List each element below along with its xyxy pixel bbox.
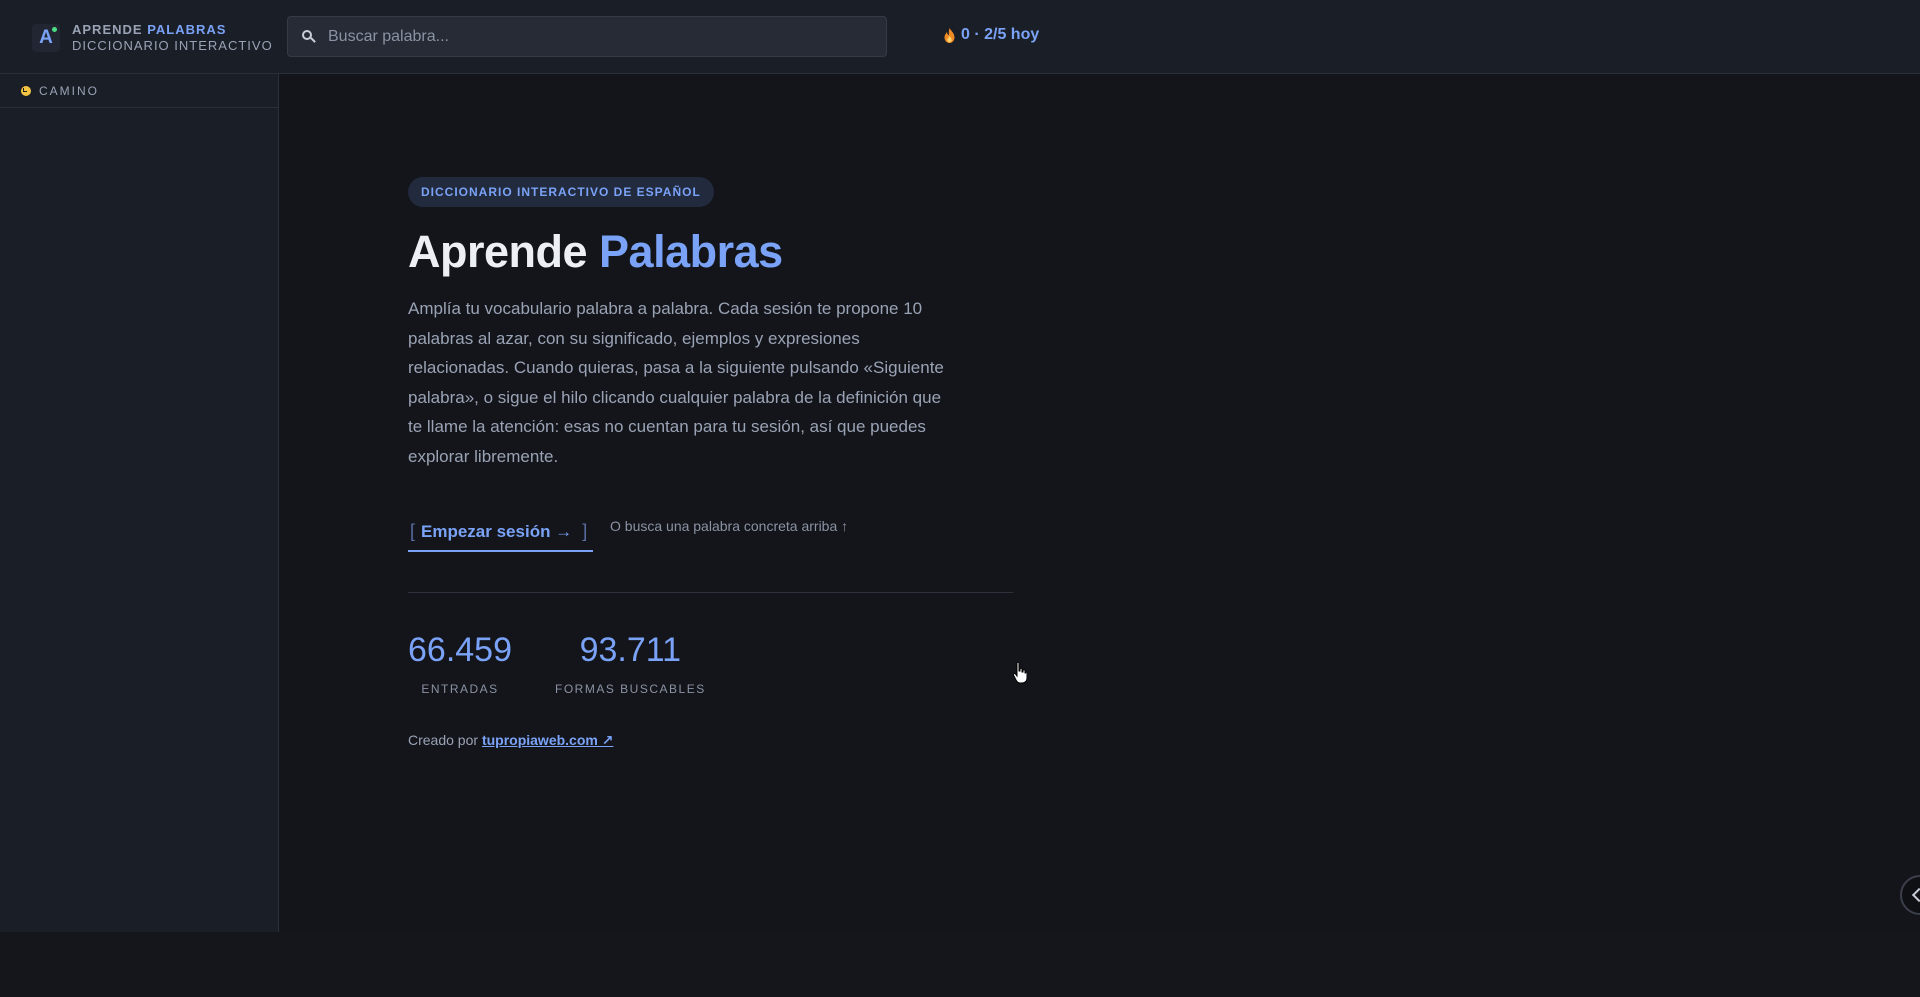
hero-tag: DICCIONARIO INTERACTIVO DE ESPAÑOL	[408, 177, 714, 207]
top-bar: A APRENDE PALABRAS DICCIONARIO INTERACTI…	[0, 0, 1920, 74]
compass-icon	[21, 85, 31, 96]
brand[interactable]: A APRENDE PALABRAS DICCIONARIO INTERACTI…	[32, 22, 273, 54]
stat-entries-value: 66.459	[408, 631, 512, 669]
start-session-button[interactable]: [ Empezar sesión → ]	[408, 513, 593, 552]
search-input[interactable]	[328, 17, 886, 56]
stat-forms-label: FORMAS BUSCABLES	[555, 682, 706, 696]
chevron-left-icon	[1911, 887, 1920, 903]
title-second: Palabras	[599, 226, 783, 277]
hand-cursor-icon	[1013, 662, 1027, 684]
streak-counter[interactable]: 0 · 2/5 hoy	[944, 26, 1039, 44]
bracket-close: ]	[582, 521, 588, 541]
bottom-strip	[0, 932, 1920, 997]
hero-description: Amplía tu vocabulario palabra a palabra.…	[408, 299, 944, 466]
divider	[408, 592, 1013, 593]
sidebar-header[interactable]: CAMINO	[0, 74, 278, 108]
bracket-open: [	[410, 521, 416, 541]
credit-link[interactable]: tupropiaweb.com ↗	[482, 732, 614, 748]
flame-icon	[944, 27, 955, 43]
search-hint: O busca una palabra concreta arriba ↑	[610, 518, 849, 534]
title-first: Aprende	[408, 226, 588, 277]
search-box[interactable]	[287, 16, 887, 57]
logo: A	[32, 24, 60, 52]
logo-letter: A	[39, 27, 53, 48]
credit: Creado por tupropiaweb.com ↗	[408, 732, 613, 749]
start-session-label: Empezar sesión →	[421, 521, 573, 541]
brand-subtitle: DICCIONARIO INTERACTIVO	[72, 38, 273, 53]
brand-name-first: APRENDE	[72, 22, 143, 37]
logo-status-dot	[52, 27, 57, 32]
brand-name-second: PALABRAS	[147, 22, 227, 37]
stat-forms-value: 93.711	[579, 631, 682, 669]
sidebar-heading: CAMINO	[39, 83, 99, 98]
page-title: Aprende Palabras	[408, 226, 783, 278]
stat-forms: 93.711 FORMAS BUSCABLES	[555, 628, 706, 696]
stat-entries: 66.459 ENTRADAS	[408, 628, 512, 696]
credit-prefix: Creado por	[408, 732, 479, 748]
streak-text: 0 · 2/5 hoy	[961, 26, 1040, 43]
search-icon	[302, 29, 316, 44]
stat-entries-label: ENTRADAS	[421, 682, 499, 696]
sidebar: CAMINO	[0, 74, 279, 932]
